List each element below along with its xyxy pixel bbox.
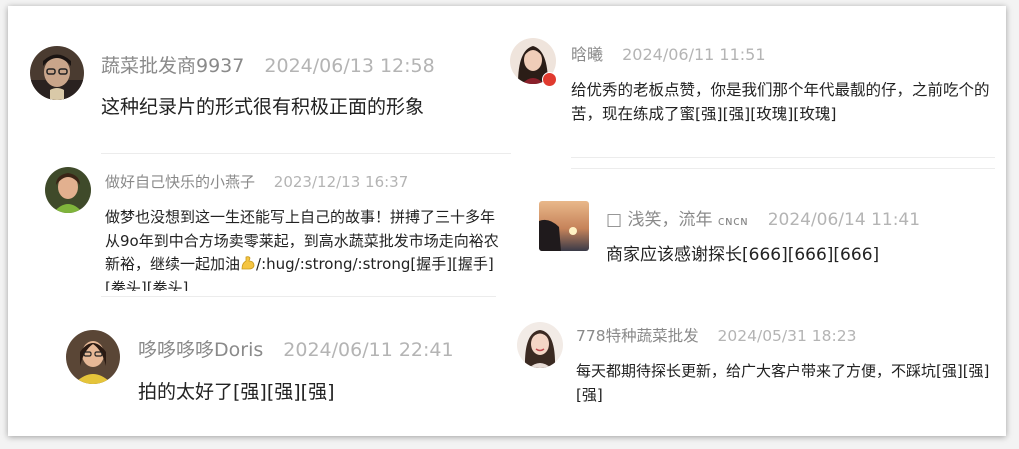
comment-time: 2024/06/11 22:41 xyxy=(283,339,454,361)
comment-time: 2024/06/13 12:58 xyxy=(264,55,435,77)
divider xyxy=(101,296,496,297)
comment-meta: □ 浅笑，流年 ᴄɴᴄɴ 2024/06/14 11:41 xyxy=(606,205,920,230)
woman-yellow-shirt-avatar[interactable] xyxy=(66,330,120,384)
flag-badge-icon xyxy=(542,72,557,87)
comment-text: 每天都期待探长更新，给广大客户带来了方便，不踩坑[强][强][强] xyxy=(576,362,990,404)
comment-author[interactable]: 做好自己快乐的小燕子 xyxy=(105,173,255,191)
author-suffix: ᴄɴᴄɴ xyxy=(717,214,749,228)
comments-panel: 蔬菜批发商9937 2024/06/13 12:58 这种纪录片的形式很有积极正… xyxy=(8,6,1006,436)
author-name: 浅笑，流年 xyxy=(627,210,713,230)
comment-time: 2024/06/11 11:51 xyxy=(622,45,766,64)
comment-time: 2023/12/13 16:37 xyxy=(273,173,409,191)
woman-avatar[interactable] xyxy=(45,167,91,213)
comment-meta: 778特种蔬菜批发 2024/05/31 18:23 xyxy=(576,324,856,346)
comment-author[interactable]: 晗曦 xyxy=(571,45,603,64)
comment-text: 商家应该感谢探长[666][666][666] xyxy=(606,245,880,265)
divider xyxy=(571,168,995,169)
divider xyxy=(571,157,995,158)
comment-text: 这种纪录片的形式很有积极正面的形象 xyxy=(101,96,425,118)
comment-author[interactable]: 蔬菜批发商9937 xyxy=(101,55,244,77)
comment-author[interactable]: 哆哆哆哆Doris xyxy=(138,339,263,361)
comment-meta: 做好自己快乐的小燕子 2023/12/13 16:37 xyxy=(105,171,408,192)
comment-author[interactable]: □ 浅笑，流年 ᴄɴᴄɴ xyxy=(606,210,748,230)
woman-smiling-avatar[interactable] xyxy=(517,322,563,368)
flexed-biceps-icon xyxy=(240,255,256,271)
comment-text: 拍的太好了[强][强][强] xyxy=(138,381,335,403)
comment-text: 给优秀的老板点赞，你是我们那个年代最靓的仔，之前吃个的苦，现在练成了蜜[强][强… xyxy=(571,81,990,124)
comment-meta: 哆哆哆哆Doris 2024/06/11 22:41 xyxy=(138,335,454,362)
comment-time: 2024/06/14 11:41 xyxy=(767,210,921,230)
man-with-glasses-avatar[interactable] xyxy=(30,46,84,100)
comment-time: 2024/05/31 18:23 xyxy=(717,327,857,345)
comment-text: 做梦也没想到这一生还能写上自己的故事！拼搏了三十多年从9o年到中合方场卖零莱起，… xyxy=(105,206,507,291)
divider xyxy=(101,153,511,154)
comment-meta: 晗曦 2024/06/11 11:51 xyxy=(571,41,766,65)
comment-meta: 蔬菜批发商9937 2024/06/13 12:58 xyxy=(101,51,435,78)
author-glyph: □ xyxy=(606,210,623,230)
comment-author[interactable]: 778特种蔬菜批发 xyxy=(576,327,699,345)
sunset-hand-avatar[interactable] xyxy=(539,201,589,251)
